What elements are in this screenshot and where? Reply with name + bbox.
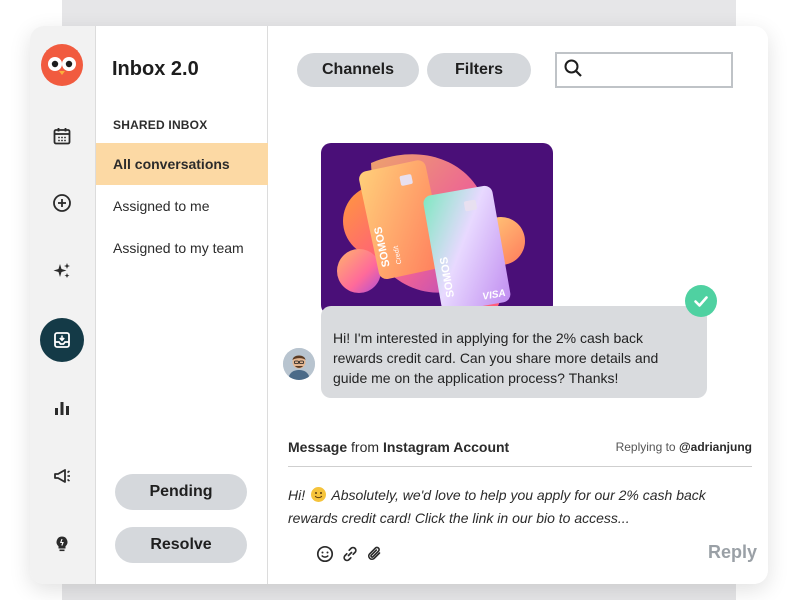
page-title: Inbox 2.0 [112,58,199,80]
composer-divider [288,466,752,467]
composer-header-account[interactable]: Instagram Account [383,439,509,455]
link-icon[interactable] [341,545,359,563]
reply-draft-body: Absolutely, we'd love to help you apply … [288,487,706,526]
composer-header: Message from Instagram Account Replying … [288,439,752,455]
channels-button[interactable]: Channels [297,53,419,87]
replying-to-label: Replying to @adrianjung [616,440,752,454]
search-icon [563,58,583,83]
search-input[interactable] [589,54,768,86]
reply-draft-greeting: Hi! [288,487,306,503]
inbox-sidebar: Inbox 2.0 SHARED INBOX All conversations… [96,26,268,584]
replying-prefix: Replying to [615,440,676,454]
sidebar-item-label: Assigned to me [113,198,210,214]
attachment-icon[interactable] [366,545,384,563]
avatar[interactable] [283,348,315,380]
filters-button[interactable]: Filters [427,53,531,87]
composer-header-prefix: Message [288,439,348,455]
credit-card-image: SOMOS Credit SOMOS VISA [321,143,553,315]
sidebar-item-assigned-to-my-team[interactable]: Assigned to my team [96,227,268,269]
section-label-shared-inbox: SHARED INBOX [113,118,208,132]
reply-button[interactable]: Reply [708,542,757,563]
sidebar-item-assigned-to-me[interactable]: Assigned to me [96,185,268,227]
sidebar-item-label: All conversations [113,156,230,172]
search-box[interactable] [555,52,768,88]
app-window: Inbox 2.0 SHARED INBOX All conversations… [30,26,768,584]
resolve-button[interactable]: Resolve [115,527,247,563]
left-rail [30,26,96,584]
incoming-message-bubble: Hi! I'm interested in applying for the 2… [321,306,707,398]
composer-header-from: from [351,439,380,455]
smiling-emoji-icon [311,487,327,502]
reply-draft[interactable]: Hi! Absolutely, we'd love to help you ap… [288,484,738,530]
megaphone-icon[interactable] [42,456,82,496]
sidebar-item-all-conversations[interactable]: All conversations [96,143,268,185]
owl-logo-icon[interactable] [40,42,84,86]
calendar-icon[interactable] [42,116,82,156]
incoming-message-text: Hi! I'm interested in applying for the 2… [333,330,659,386]
inbox-icon[interactable] [40,318,84,362]
sparkles-icon[interactable] [42,251,82,291]
replying-handle[interactable]: @adrianjung [679,440,752,454]
conversation-panel: Channels Filters SOMOS Credit SOMOS VISA… [268,26,768,584]
sidebar-item-label: Assigned to my team [113,240,244,256]
plus-circle-icon[interactable] [42,183,82,223]
bar-chart-icon[interactable] [42,388,82,428]
check-icon [685,285,717,317]
lightbulb-icon[interactable] [42,524,82,564]
emoji-picker-icon[interactable] [316,545,334,563]
pending-button[interactable]: Pending [115,474,247,510]
